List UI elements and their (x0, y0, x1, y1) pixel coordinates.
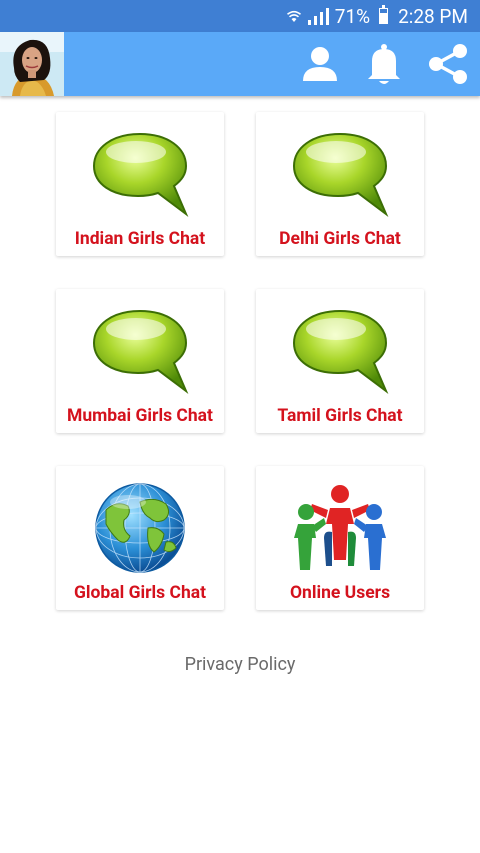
menu-card-label: Online Users (289, 583, 391, 603)
app-bar (0, 32, 480, 96)
signal-icon (307, 7, 329, 25)
menu-card-label: Global Girls Chat (73, 583, 207, 603)
notifications-button[interactable] (360, 40, 408, 88)
chat-bubble-icon (292, 309, 389, 395)
menu-card-mumbai-girls-chat[interactable]: Mumbai Girls Chat (56, 289, 224, 433)
battery-percent: 71% (334, 4, 371, 28)
menu-card-label: Indian Girls Chat (74, 229, 206, 249)
wifi-icon (286, 10, 301, 22)
menu-card-global-girls-chat[interactable]: Global Girls Chat (56, 466, 224, 610)
battery-icon (379, 5, 389, 24)
globe-icon (95, 483, 185, 573)
chat-bubble-icon (92, 132, 189, 218)
profile-photo (0, 32, 64, 96)
profile-icon (303, 47, 337, 81)
chat-bubble-icon (92, 309, 189, 395)
share-icon (429, 44, 467, 84)
menu-card-delhi-girls-chat[interactable]: Delhi Girls Chat (256, 112, 424, 256)
chat-bubble-icon (292, 132, 389, 218)
bell-icon (368, 44, 400, 84)
menu-card-online-users[interactable]: Online Users (256, 466, 424, 610)
menu-card-label: Mumbai Girls Chat (67, 406, 213, 426)
menu-card-tamil-girls-chat[interactable]: Tamil Girls Chat (256, 289, 424, 433)
privacy-policy-link[interactable]: Privacy Policy (0, 654, 480, 675)
avatar[interactable] (0, 32, 64, 96)
clock: 2:28 PM (398, 4, 468, 28)
share-button[interactable] (424, 40, 472, 88)
menu-card-label: Tamil Girls Chat (277, 406, 403, 426)
menu-card-label: Delhi Girls Chat (279, 229, 401, 249)
status-bar: 71% 2:28 PM (0, 0, 480, 32)
profile-button[interactable] (296, 40, 344, 88)
people-icon (294, 485, 386, 570)
menu-card-indian-girls-chat[interactable]: Indian Girls Chat (56, 112, 224, 256)
